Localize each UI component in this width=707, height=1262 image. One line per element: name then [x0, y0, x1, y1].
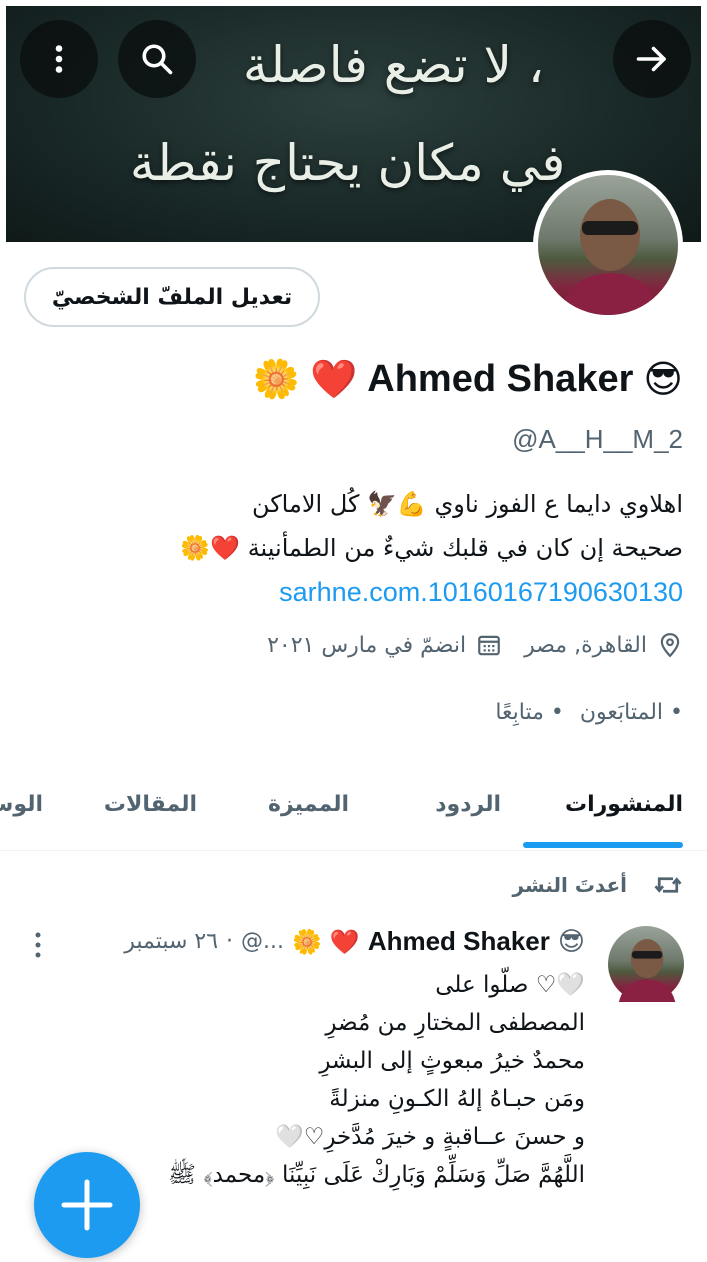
- repost-label: أعدتَ النشر: [512, 873, 627, 897]
- bio-link[interactable]: sarhne.com.10160167190630130: [279, 570, 683, 614]
- profile-joined-date: انضمّ في مارس ٢٠٢١: [267, 632, 467, 658]
- heart-emoji: ❤️: [309, 357, 358, 401]
- back-button[interactable]: [613, 20, 691, 98]
- calendar-icon: [478, 635, 500, 656]
- location-pin-icon: [660, 633, 680, 658]
- bio-line: صحيحة إن كان في قلبك شيءٌ من الطمأنينة ❤…: [180, 534, 683, 562]
- profile-handle: @A__H__M_2: [512, 424, 683, 454]
- tab-replies[interactable]: الردود: [435, 770, 501, 850]
- post-text-line: و حسنَ عــاقبةٍ و خيرَ مُدَّخرِ♡🤍: [275, 1124, 585, 1150]
- tab-highlights[interactable]: المميزة: [268, 770, 349, 850]
- post-separator: ·: [226, 929, 234, 954]
- repost-indicator: أعدتَ النشر: [513, 870, 683, 900]
- post-author-name[interactable]: Ahmed Shaker: [368, 926, 550, 957]
- following-link[interactable]: • متابِعًا: [495, 700, 564, 725]
- heart-emoji: ❤️: [329, 927, 360, 956]
- post-avatar-photo: [618, 939, 676, 1002]
- sunglasses-emoji: 😎: [557, 926, 585, 957]
- active-tab-indicator: [523, 842, 683, 848]
- post-text-line: 🤍♡ صلّوا على: [435, 972, 585, 998]
- post-date[interactable]: ٢٦ سبتمبر: [124, 929, 218, 954]
- follow-counts: • المتابَعون • متابِعًا: [495, 700, 683, 725]
- search-button[interactable]: [118, 20, 196, 98]
- tab-media[interactable]: الوس: [0, 770, 43, 850]
- post-author-avatar[interactable]: [608, 926, 684, 1002]
- more-vertical-icon: [55, 45, 63, 73]
- post-more-icon[interactable]: [32, 930, 44, 960]
- tab-posts[interactable]: المنشورات: [565, 770, 683, 850]
- followers-link[interactable]: • المتابَعون: [580, 700, 683, 725]
- post-text-line: ومَن حبـاهُ إلهُ الكـونِ منزلةً: [329, 1086, 585, 1112]
- edit-profile-button[interactable]: تعديل الملفّ الشخصيّ: [24, 267, 320, 327]
- tab-articles[interactable]: المقالات: [104, 770, 197, 850]
- post-text-line: محمدٌ خيرُ مبعوثٍ إلى البشرِ: [319, 1048, 585, 1074]
- avatar-photo: [558, 199, 662, 315]
- profile-bio: اهلاوي دايما ع الفوز ناوي 💪🦅 كُل الاماكن…: [23, 482, 683, 615]
- flower-emoji: 🌼: [252, 357, 300, 401]
- profile-avatar[interactable]: [533, 170, 683, 320]
- display-name: Ahmed Shaker: [367, 357, 634, 400]
- post-header: 😎 Ahmed Shaker ❤️ 🌼 ...@ · ٢٦ سبتمبر: [124, 926, 585, 957]
- bio-line: اهلاوي دايما ع الفوز ناوي 💪🦅 كُل الاماكن: [251, 490, 683, 518]
- arrow-right-icon: [636, 46, 666, 72]
- post-author-handle: ...@: [241, 929, 285, 954]
- profile-meta: القاهرة, مصر انضمّ في مارس ٢٠٢١: [267, 632, 683, 658]
- profile-location: القاهرة, مصر: [524, 632, 647, 658]
- more-options-button[interactable]: [20, 20, 98, 98]
- repost-icon: [654, 877, 682, 893]
- profile-tabs: المنشورات الردود المميزة المقالات الوس: [0, 770, 707, 851]
- sunglasses-emoji: 😎: [643, 357, 683, 401]
- search-icon: [142, 44, 173, 75]
- compose-post-button[interactable]: [34, 1152, 140, 1258]
- profile-name-row: 🌼 ❤️ Ahmed Shaker 😎: [253, 352, 683, 406]
- flower-emoji: 🌼: [292, 927, 322, 956]
- post-text-line: المصطفى المختارِ من مُضرِ: [325, 1010, 585, 1036]
- plus-icon: [61, 1179, 113, 1231]
